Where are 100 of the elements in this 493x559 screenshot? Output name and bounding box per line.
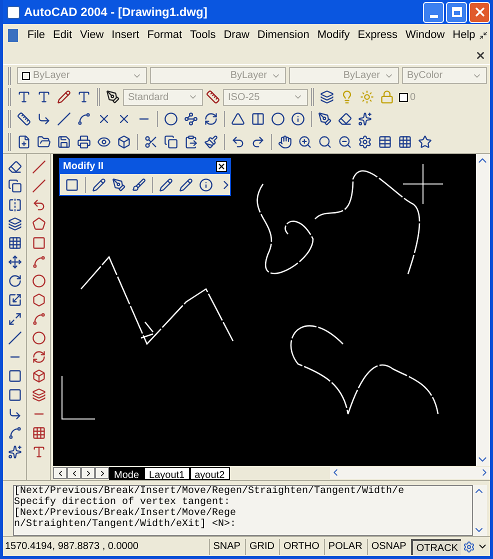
move-icon[interactable] [8, 255, 22, 269]
new-file-icon[interactable] [17, 134, 31, 148]
corner-icon[interactable] [8, 407, 22, 421]
text-icon[interactable] [37, 90, 51, 104]
brush-icon[interactable] [132, 178, 146, 192]
menu-item[interactable]: Edit [49, 26, 76, 44]
status-toggle[interactable]: OTRACK [411, 538, 461, 554]
pen-icon[interactable] [112, 178, 126, 192]
info-icon[interactable] [291, 112, 305, 126]
copy-icon[interactable] [164, 134, 178, 148]
pencil-icon[interactable] [179, 178, 193, 192]
status-toggle[interactable]: ORTHO [279, 538, 322, 554]
status-toggle[interactable]: GRID [245, 538, 278, 554]
circle-icon[interactable] [164, 112, 178, 126]
menu-item[interactable]: View [76, 26, 108, 44]
sparkle-icon[interactable] [8, 445, 22, 459]
sparkle-icon[interactable] [358, 112, 372, 126]
restore-icon[interactable] [479, 30, 488, 40]
command-scrollbar[interactable] [473, 485, 487, 536]
circle-icon[interactable] [271, 112, 285, 126]
hatch-icon[interactable] [32, 426, 46, 440]
rectangle-icon[interactable] [32, 236, 46, 250]
command-prompt[interactable]: [Next/Previous/Break/Insert/Move/Regen/Straighten/Tangent/Width/eXit] <N>: [14, 508, 244, 530]
curve-arrow-icon[interactable] [32, 198, 46, 212]
menu-item[interactable]: Modify [313, 26, 354, 44]
undo-icon[interactable] [231, 134, 245, 148]
columns-icon[interactable] [251, 112, 265, 126]
brush-icon[interactable] [204, 134, 218, 148]
status-toggle[interactable]: OSNAP [367, 538, 410, 554]
hand-icon[interactable] [278, 134, 292, 148]
eraser-icon[interactable] [8, 160, 22, 174]
corner-arrow-icon[interactable] [37, 112, 51, 126]
minimize-button[interactable] [423, 2, 444, 22]
status-toggle[interactable]: POLAR [324, 538, 366, 554]
layout-tab[interactable]: Layout1 [144, 466, 190, 480]
close-icon[interactable] [475, 50, 486, 60]
slash-icon[interactable] [8, 331, 22, 345]
cross-icon[interactable] [117, 112, 131, 126]
triangle-icon[interactable] [231, 112, 245, 126]
settings-icon[interactable] [358, 134, 372, 148]
text-icon[interactable] [17, 90, 31, 104]
text-icon[interactable] [77, 90, 91, 104]
vertical-scrollbar[interactable] [476, 154, 490, 466]
line-icon[interactable] [32, 179, 46, 193]
pen-icon[interactable] [106, 90, 120, 104]
menu-item[interactable]: Format [143, 26, 186, 44]
star-icon[interactable] [418, 134, 432, 148]
square-icon[interactable] [65, 178, 79, 192]
refresh-icon[interactable] [204, 112, 218, 126]
spline-icon[interactable] [32, 312, 46, 326]
copy-icon[interactable] [8, 179, 22, 193]
paste-icon[interactable] [184, 134, 198, 148]
pencil-icon[interactable] [57, 90, 71, 104]
close-button[interactable] [216, 161, 227, 172]
stretch-icon[interactable] [8, 312, 22, 326]
line-icon[interactable] [32, 160, 46, 174]
eraser-icon[interactable] [338, 112, 352, 126]
pen-icon[interactable] [318, 112, 332, 126]
drawing-canvas[interactable]: Modify II [53, 154, 476, 466]
ruler-icon[interactable] [17, 112, 31, 126]
folder-icon[interactable] [37, 134, 51, 148]
spline-icon[interactable] [77, 112, 91, 126]
grid-icon[interactable] [398, 134, 412, 148]
block-icon[interactable] [32, 369, 46, 383]
maximize-button[interactable] [446, 2, 467, 22]
ruler-icon[interactable] [206, 90, 220, 104]
zoom-in-icon[interactable] [298, 134, 312, 148]
printer-icon[interactable] [77, 134, 91, 148]
text-icon[interactable] [32, 445, 46, 459]
nodes-icon[interactable] [184, 112, 198, 126]
rotate-icon[interactable] [8, 274, 22, 288]
curve-icon[interactable] [8, 426, 22, 440]
redo-icon[interactable] [251, 134, 265, 148]
zoom-out-icon[interactable] [338, 134, 352, 148]
menu-item[interactable]: Dimension [253, 26, 314, 44]
menu-item[interactable]: Tools [186, 26, 220, 44]
menu-item[interactable]: File [23, 26, 50, 44]
save-icon[interactable] [57, 134, 71, 148]
menu-item[interactable]: Express [354, 26, 402, 44]
menu-item[interactable]: Insert [108, 26, 144, 44]
horizontal-scrollbar[interactable] [330, 467, 490, 479]
cross-icon[interactable] [97, 112, 111, 126]
square-icon[interactable] [8, 388, 22, 402]
grid-icon[interactable] [8, 236, 22, 250]
layout-tab[interactable]: Mode [109, 466, 144, 480]
box-icon[interactable] [117, 134, 131, 148]
pencil-icon[interactable] [159, 178, 173, 192]
tray-settings-icon[interactable] [463, 540, 475, 552]
pencil-icon[interactable] [92, 178, 106, 192]
menu-item[interactable]: Window [402, 26, 449, 44]
cut-icon[interactable] [144, 134, 158, 148]
menu-item[interactable]: Help [448, 26, 480, 44]
search-icon[interactable] [318, 134, 332, 148]
status-toggle[interactable]: SNAP [209, 538, 244, 554]
pentagon-icon[interactable] [32, 217, 46, 231]
square-icon[interactable] [8, 369, 22, 383]
layout-tab[interactable]: ayout2 [190, 466, 230, 480]
circle-icon[interactable] [32, 274, 46, 288]
slash-icon[interactable] [57, 112, 71, 126]
layers-icon[interactable] [320, 90, 334, 104]
